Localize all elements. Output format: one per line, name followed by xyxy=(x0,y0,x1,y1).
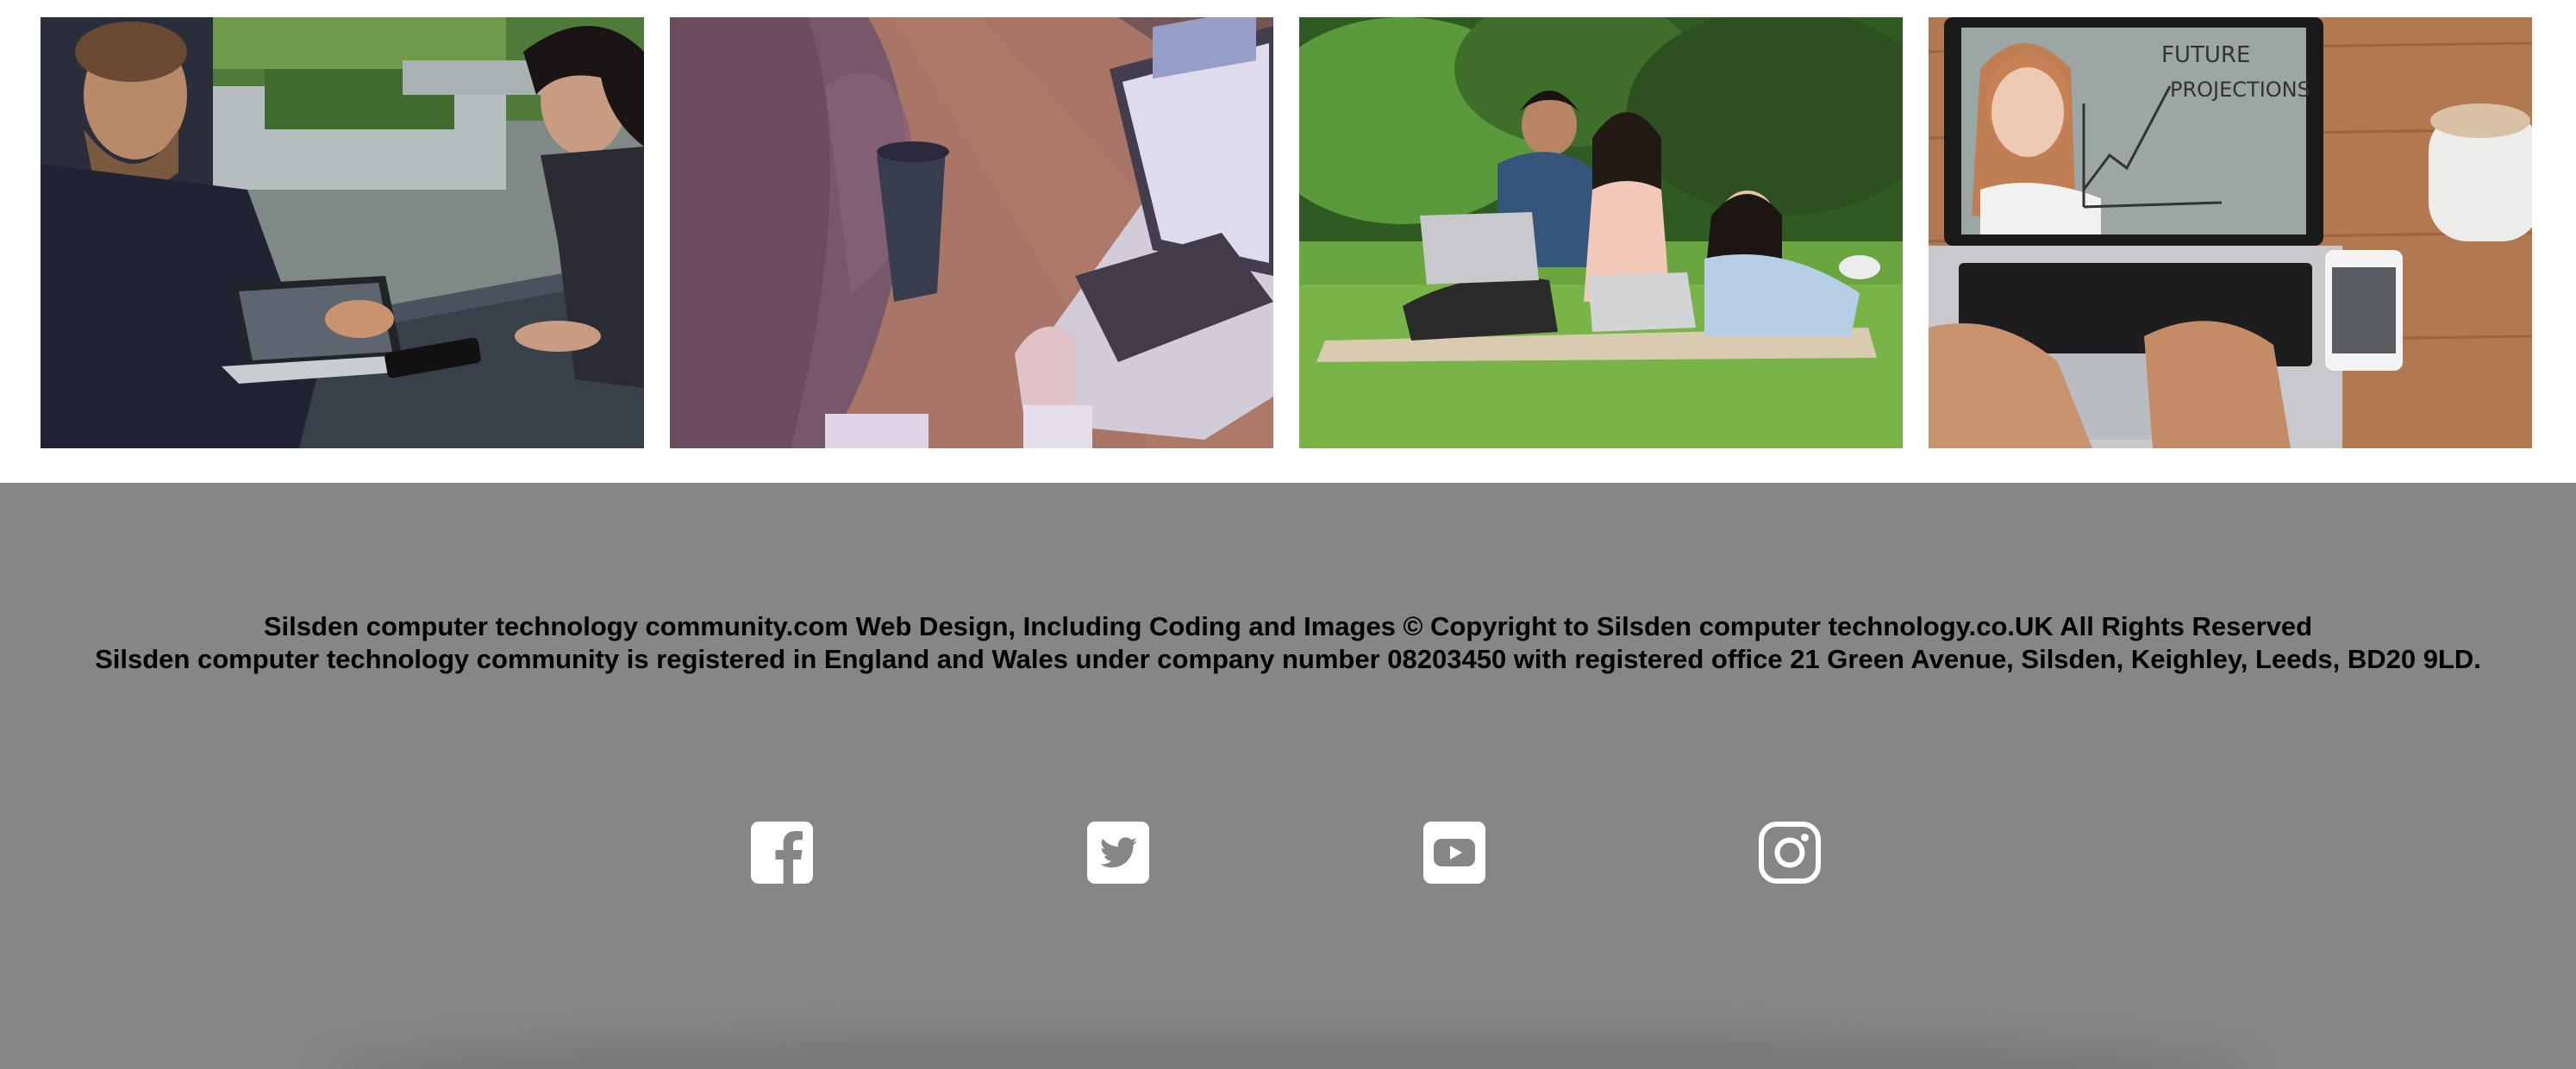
future-projections-image: FUTURE PROJECTIONS xyxy=(1929,17,2532,448)
woman-laptop-image xyxy=(670,17,1273,448)
gallery-photo-students-on-grass[interactable] xyxy=(1299,17,1903,448)
twitter-link[interactable] xyxy=(1087,822,1149,884)
gallery-photo-woman-coffee-laptop[interactable] xyxy=(670,17,1273,448)
svg-text:PROJECTIONS: PROJECTIONS xyxy=(2170,78,2310,102)
site-footer: Silsden computer technology community.co… xyxy=(0,483,2576,1069)
twitter-icon xyxy=(1087,822,1149,884)
copyright-notice: Silsden computer technology community.co… xyxy=(263,611,2313,641)
svg-text:FUTURE: FUTURE xyxy=(2161,42,2250,68)
students-grass-image xyxy=(1299,17,1903,448)
company-registration-notice: Silsden computer technology community is… xyxy=(95,644,2481,674)
facebook-icon xyxy=(751,822,813,884)
image-gallery: FUTURE PROJECTIONS xyxy=(0,0,2576,483)
gallery-photo-future-projections[interactable]: FUTURE PROJECTIONS xyxy=(1929,17,2532,448)
instagram-link[interactable] xyxy=(1759,822,1821,884)
gallery-photo-business-meeting[interactable] xyxy=(41,17,644,448)
legal-text: Silsden computer technology community.co… xyxy=(0,610,2576,676)
business-meeting-image xyxy=(41,17,644,448)
instagram-icon xyxy=(1759,822,1821,884)
facebook-link[interactable] xyxy=(751,822,813,884)
youtube-link[interactable] xyxy=(1423,822,1485,884)
youtube-icon xyxy=(1423,822,1485,884)
